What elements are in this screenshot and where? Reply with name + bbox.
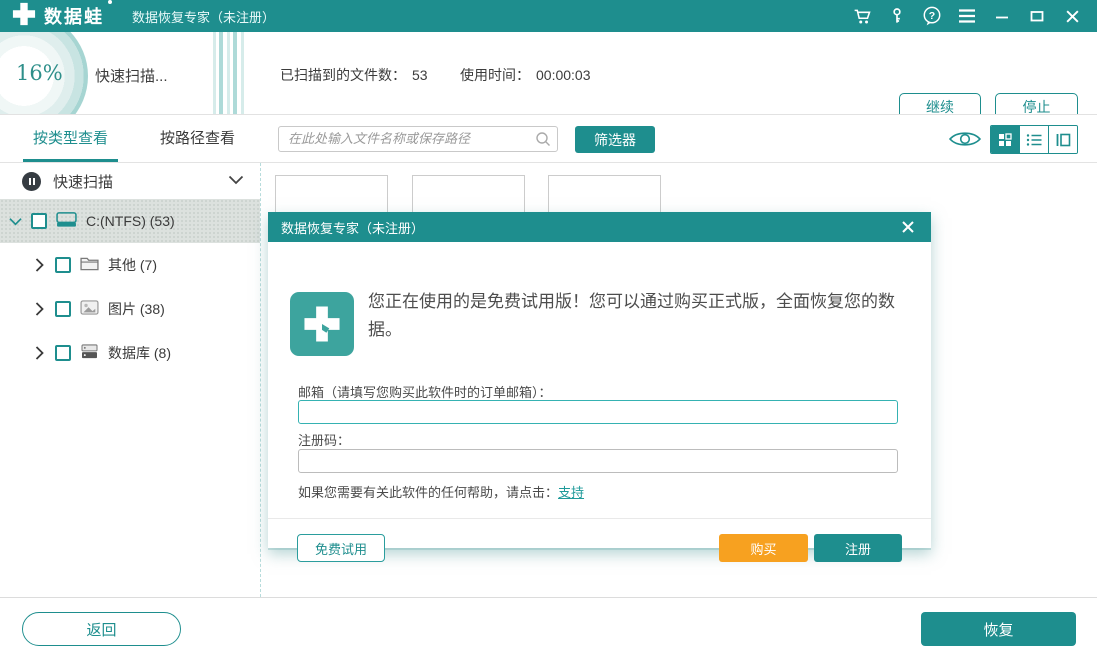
dialog-close-icon[interactable]	[898, 217, 918, 237]
stop-button[interactable]: 停止	[995, 93, 1078, 115]
chevron-right-icon[interactable]	[32, 258, 46, 272]
grid-view-icon[interactable]	[991, 126, 1020, 153]
free-trial-button[interactable]: 免费试用	[297, 534, 385, 562]
time-used-label: 使用时间：	[460, 67, 530, 83]
scan-section-label: 快速扫描	[53, 171, 113, 192]
tree-item-label: 其他 (7)	[108, 255, 157, 275]
tree-item-label: C:(NTFS) (53)	[86, 213, 175, 229]
tab-by-type[interactable]: 按类型查看	[23, 115, 118, 162]
app-name: 数据蛙	[44, 3, 104, 29]
view-tabs: 按类型查看 按路径查看	[0, 115, 245, 162]
back-button[interactable]: 返回	[22, 612, 181, 646]
checkbox[interactable]	[55, 345, 71, 361]
tree-row-drive-c[interactable]: C:(NTFS) (53)	[0, 199, 260, 243]
chevron-right-icon[interactable]	[32, 346, 46, 360]
buy-button[interactable]: 购买	[719, 534, 808, 562]
registration-dialog: 数据恢复专家（未注册） 您正在使用的是免费试用版！您可以通过购买正式版，全面恢复…	[268, 212, 931, 548]
filter-button[interactable]: 筛选器	[575, 126, 655, 153]
app-logo-badge	[290, 292, 354, 356]
app-window: 数据蛙 数据恢复专家（未注册） ?	[0, 0, 1097, 665]
tree-row-other[interactable]: 其他 (7)	[0, 243, 260, 287]
dialog-title-bar: 数据恢复专家（未注册）	[268, 212, 931, 242]
tab-by-path[interactable]: 按路径查看	[150, 115, 245, 162]
tree-item-label: 数据库 (8)	[108, 343, 171, 363]
cart-icon[interactable]	[849, 3, 875, 29]
drive-icon	[56, 211, 77, 231]
maximize-button[interactable]	[1024, 3, 1050, 29]
list-view-icon[interactable]	[1020, 126, 1049, 153]
database-icon	[80, 344, 99, 362]
key-icon[interactable]	[884, 3, 910, 29]
folder-icon	[80, 256, 99, 274]
menu-icon[interactable]	[954, 3, 980, 29]
image-icon	[80, 300, 99, 318]
scan-header: 16% 快速扫描... 已扫描到的文件数： 53 使用时间： 00:00:03 继续…	[0, 32, 1097, 115]
tree-row-database[interactable]: 数据库 (8)	[0, 331, 260, 375]
decorative-stripes	[213, 32, 244, 114]
reg-code-label: 注册码：	[298, 430, 350, 449]
email-field[interactable]	[298, 400, 898, 424]
register-button[interactable]: 注册	[814, 534, 902, 562]
preview-eye-icon[interactable]	[948, 128, 982, 155]
checkbox[interactable]	[31, 213, 47, 229]
search-input[interactable]	[278, 126, 558, 152]
view-mode-switcher	[990, 125, 1078, 154]
toolbar: 按类型查看 按路径查看 筛选器	[0, 115, 1097, 163]
app-logo: 数据蛙	[12, 2, 104, 31]
checkbox[interactable]	[55, 257, 71, 273]
chevron-right-icon[interactable]	[32, 302, 46, 316]
minimize-button[interactable]	[989, 3, 1015, 29]
svg-text:?: ?	[929, 10, 935, 22]
pane-view-icon[interactable]	[1049, 126, 1077, 153]
checkbox[interactable]	[55, 301, 71, 317]
progress-percent: 16%	[16, 61, 63, 85]
trial-message: 您正在使用的是免费试用版！您可以通过购买正式版，全面恢复您的数据。	[368, 288, 905, 344]
scan-section-header[interactable]: 快速扫描	[0, 163, 260, 199]
chevron-down-icon[interactable]	[228, 172, 244, 190]
dialog-title: 数据恢复专家（未注册）	[281, 218, 424, 237]
chevron-down-icon[interactable]	[8, 217, 22, 226]
time-used-value: 00:00:03	[536, 67, 591, 83]
title-bar: 数据蛙 数据恢复专家（未注册） ?	[0, 0, 1097, 32]
sidebar: 快速扫描 C:(NTFS) (53) 其他 (7)	[0, 163, 261, 597]
reg-code-field[interactable]	[298, 449, 898, 473]
cross-logo-icon	[12, 2, 36, 31]
help-icon[interactable]: ?	[919, 3, 945, 29]
window-subtitle: 数据恢复专家（未注册）	[132, 7, 275, 26]
close-button[interactable]	[1059, 3, 1085, 29]
files-scanned-count: 53	[412, 67, 428, 83]
help-text: 如果您需要有关此软件的任何帮助，请点击：	[298, 485, 558, 500]
dialog-divider	[268, 518, 931, 519]
support-link[interactable]: 支持	[558, 485, 584, 500]
tree-item-label: 图片 (38)	[108, 299, 165, 319]
search-icon	[535, 131, 551, 152]
recover-button[interactable]: 恢复	[921, 612, 1076, 646]
scan-status-text: 快速扫描...	[95, 65, 168, 86]
pause-icon[interactable]	[22, 172, 41, 191]
continue-button[interactable]: 继续	[899, 93, 981, 115]
tree-row-images[interactable]: 图片 (38)	[0, 287, 260, 331]
files-scanned-label: 已扫描到的文件数：	[280, 67, 406, 83]
email-label: 邮箱（请填写您购买此软件时的订单邮箱）：	[298, 382, 552, 401]
footer-bar: 返回 恢复	[0, 597, 1097, 665]
